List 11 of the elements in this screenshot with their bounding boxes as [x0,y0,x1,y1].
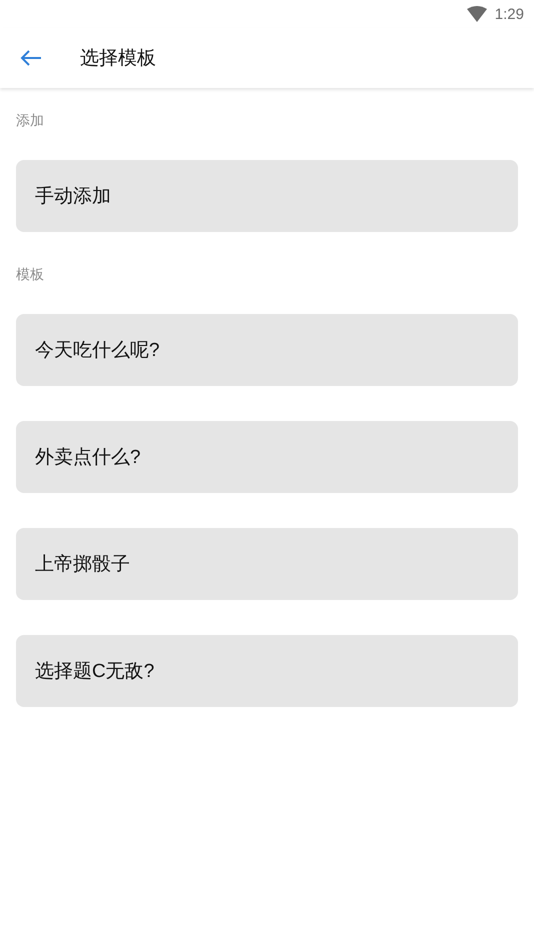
template-card[interactable]: 手动添加 [16,160,518,232]
section-label: 模板 [16,265,44,284]
template-card[interactable]: 今天吃什么呢? [16,314,518,386]
status-time: 1:29 [494,6,524,22]
template-card[interactable]: 上帝掷骰子 [16,528,518,600]
back-arrow-icon[interactable] [20,50,42,66]
screen-title: 选择模板 [80,47,156,71]
template-card[interactable]: 选择题C无敌? [16,635,518,707]
wifi-icon [466,6,487,22]
template-card[interactable]: 外卖点什么? [16,421,518,493]
section-label: 添加 [16,111,44,130]
